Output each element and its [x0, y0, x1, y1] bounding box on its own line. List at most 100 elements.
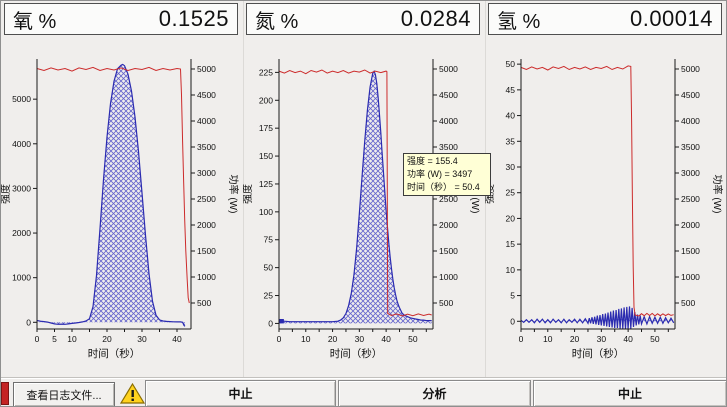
svg-text:20: 20: [102, 334, 112, 344]
svg-text:时间（秒）: 时间（秒）: [330, 347, 383, 360]
svg-text:时间（秒）: 时间（秒）: [88, 347, 141, 360]
svg-text:3000: 3000: [197, 168, 216, 178]
svg-text:30: 30: [355, 334, 365, 344]
svg-text:25: 25: [506, 188, 516, 198]
panel-hydrogen: 氢 % 0.00014 0102030405005101520253035404…: [485, 1, 727, 377]
svg-text:4000: 4000: [681, 116, 700, 126]
svg-text:10: 10: [543, 334, 553, 344]
svg-text:200: 200: [259, 95, 273, 105]
svg-text:20: 20: [570, 334, 580, 344]
svg-text:20: 20: [506, 213, 516, 223]
svg-text:功率 (W): 功率 (W): [711, 175, 724, 214]
svg-text:2500: 2500: [197, 194, 216, 204]
svg-text:1000: 1000: [197, 272, 216, 282]
svg-text:3500: 3500: [439, 142, 458, 152]
svg-text:75: 75: [264, 235, 274, 245]
svg-text:150: 150: [259, 151, 273, 161]
svg-text:2500: 2500: [681, 194, 700, 204]
svg-text:50: 50: [408, 334, 418, 344]
svg-text:强度: 强度: [243, 184, 254, 204]
svg-text:4500: 4500: [439, 90, 458, 100]
nitrogen-label: 氮 %: [255, 5, 298, 34]
oxygen-label: 氧 %: [13, 5, 56, 34]
svg-text:4500: 4500: [681, 90, 700, 100]
svg-text:3000: 3000: [681, 168, 700, 178]
svg-text:5000: 5000: [681, 64, 700, 74]
warning-icon: [120, 382, 145, 405]
svg-text:500: 500: [197, 298, 211, 308]
svg-text:0: 0: [35, 334, 40, 344]
analyze-label: 分析: [422, 385, 446, 402]
svg-text:2000: 2000: [12, 228, 31, 238]
svg-text:功率 (W): 功率 (W): [227, 175, 240, 214]
svg-text:40: 40: [623, 334, 633, 344]
svg-text:4500: 4500: [197, 90, 216, 100]
svg-text:225: 225: [259, 67, 273, 77]
svg-text:2000: 2000: [681, 220, 700, 230]
svg-text:40: 40: [172, 334, 182, 344]
svg-text:4000: 4000: [12, 139, 31, 149]
svg-text:20: 20: [328, 334, 338, 344]
svg-text:15: 15: [506, 239, 516, 249]
svg-text:5: 5: [510, 291, 515, 301]
svg-text:4000: 4000: [197, 116, 216, 126]
svg-text:45: 45: [506, 85, 516, 95]
svg-text:1500: 1500: [439, 246, 458, 256]
svg-text:30: 30: [506, 162, 516, 172]
svg-text:强度: 强度: [1, 184, 12, 204]
abort-button-hydrogen[interactable]: 中止: [533, 380, 727, 407]
svg-text:0: 0: [277, 334, 282, 344]
hydrogen-label: 氢 %: [497, 5, 540, 34]
bottom-bar: 查看日志文件... 中止 分析 中止: [1, 377, 727, 407]
view-log-file-label: 查看日志文件...: [26, 387, 101, 403]
svg-text:175: 175: [259, 123, 273, 133]
svg-text:0: 0: [268, 318, 273, 328]
svg-text:10: 10: [506, 265, 516, 275]
svg-text:1500: 1500: [681, 246, 700, 256]
svg-text:50: 50: [264, 263, 274, 273]
abort-oxygen-label: 中止: [228, 385, 252, 402]
nitrogen-result-display: 氮 % 0.0284: [246, 3, 480, 35]
svg-text:3000: 3000: [12, 183, 31, 193]
nitrogen-chart[interactable]: 0102030405002550751001251501752002255001…: [243, 46, 485, 376]
svg-text:1000: 1000: [439, 272, 458, 282]
svg-text:5: 5: [52, 334, 57, 344]
svg-text:500: 500: [439, 298, 453, 308]
oxygen-chart[interactable]: 0510203040010002000300040005000500100015…: [1, 46, 243, 376]
svg-text:5000: 5000: [439, 64, 458, 74]
svg-text:125: 125: [259, 179, 273, 189]
svg-text:40: 40: [381, 334, 391, 344]
svg-text:3500: 3500: [197, 142, 216, 152]
svg-text:30: 30: [597, 334, 607, 344]
analyze-button[interactable]: 分析: [338, 380, 531, 407]
svg-text:10: 10: [67, 334, 77, 344]
tooltip-intensity: 强度 = 155.4: [407, 155, 487, 168]
view-log-file-button[interactable]: 查看日志文件...: [13, 382, 115, 407]
svg-text:500: 500: [681, 298, 695, 308]
cursor-tooltip: 强度 = 155.4 功率 (W) = 3497 时间（秒） = 50.4: [403, 153, 491, 196]
svg-text:4000: 4000: [439, 116, 458, 126]
analyzer-window: 氧 % 0.1525 05102030400100020003000400050…: [0, 0, 727, 407]
svg-text:1000: 1000: [681, 272, 700, 282]
svg-text:2000: 2000: [439, 220, 458, 230]
svg-text:50: 50: [506, 59, 516, 69]
svg-text:5000: 5000: [12, 94, 31, 104]
hydrogen-chart[interactable]: 0102030405005101520253035404550500100015…: [485, 46, 727, 376]
svg-text:0: 0: [519, 334, 524, 344]
oxygen-result-display: 氧 % 0.1525: [4, 3, 238, 35]
svg-text:3500: 3500: [681, 142, 700, 152]
status-indicator-red: [1, 382, 9, 405]
svg-text:30: 30: [137, 334, 147, 344]
svg-text:50: 50: [650, 334, 660, 344]
svg-text:0: 0: [510, 316, 515, 326]
svg-text:10: 10: [301, 334, 311, 344]
panel-oxygen: 氧 % 0.1525 05102030400100020003000400050…: [1, 1, 244, 377]
tooltip-power: 功率 (W) = 3497: [407, 168, 487, 181]
abort-button-oxygen[interactable]: 中止: [145, 380, 336, 407]
svg-text:1500: 1500: [197, 246, 216, 256]
svg-text:5000: 5000: [197, 64, 216, 74]
hydrogen-value: 0.00014: [630, 6, 713, 32]
nitrogen-value: 0.0284: [401, 6, 471, 32]
abort-hydrogen-label: 中止: [618, 385, 642, 402]
tooltip-time: 时间（秒） = 50.4: [407, 181, 487, 194]
